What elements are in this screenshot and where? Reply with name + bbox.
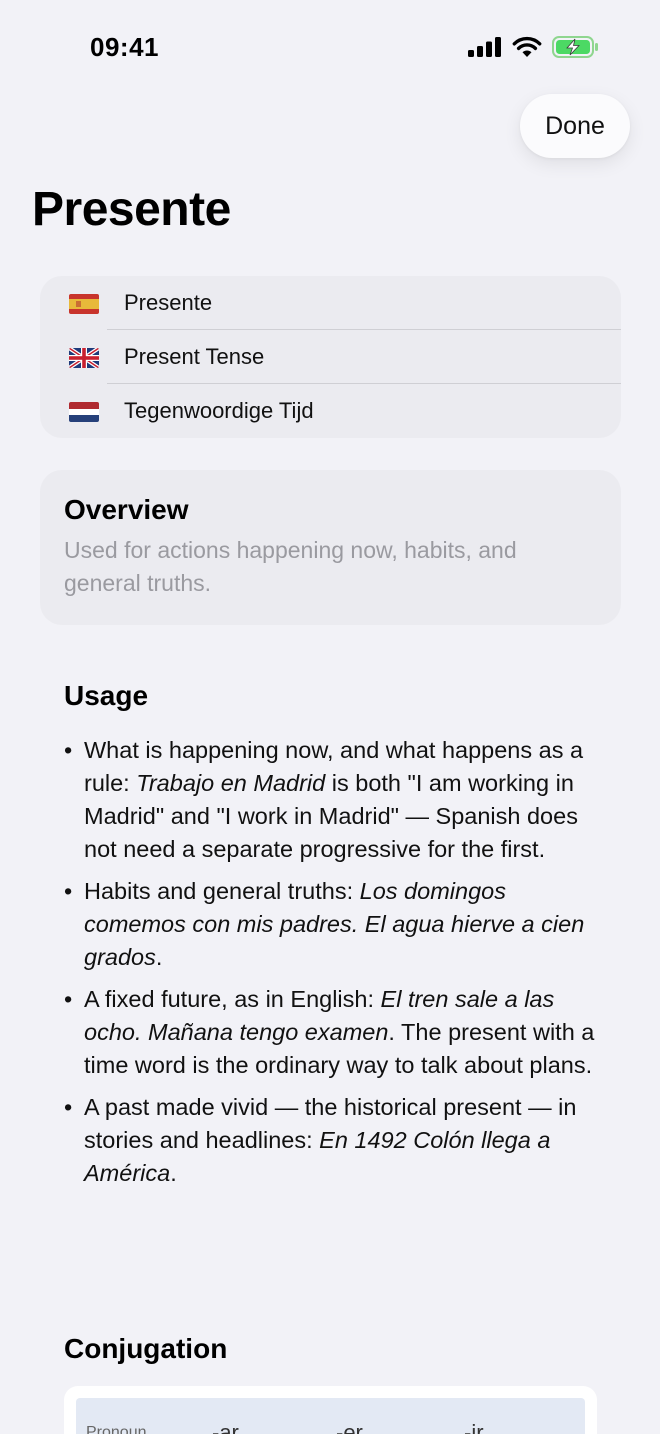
usage-list: • What is happening now, and what happen… xyxy=(64,734,600,1199)
list-item: • A fixed future, as in English: El tren… xyxy=(64,983,600,1082)
bullet: • xyxy=(64,878,73,904)
usage-text: . xyxy=(155,944,163,970)
bullet: • xyxy=(64,737,73,763)
done-button[interactable]: Done xyxy=(520,94,630,158)
list-item: Presente xyxy=(40,276,621,330)
usage-text: Habits and general truths: xyxy=(84,878,360,904)
usage-title: Usage xyxy=(64,680,149,711)
list-item: • A past made vivid — the historical pre… xyxy=(64,1091,600,1190)
overview-text: Used for actions happening now, habits, … xyxy=(64,537,517,596)
battery-charging-icon xyxy=(552,36,598,58)
usage-text: . xyxy=(170,1160,177,1186)
bullet: • xyxy=(64,986,73,1012)
translations-list: Presente Present Tense Tegenwoordige Tij… xyxy=(40,276,621,438)
status-time: 09:41 xyxy=(90,32,159,62)
status-bar: 09:41 xyxy=(0,0,660,96)
uk-flag-icon xyxy=(69,348,99,368)
column-header-pronoun: Pronoun xyxy=(86,1424,147,1434)
conjugation-table: Pronoun -ar -er -ir xyxy=(64,1386,597,1434)
column-header-er: -er xyxy=(336,1420,363,1434)
conjugation-title: Conjugation xyxy=(64,1333,228,1364)
list-item: Present Tense xyxy=(40,330,621,384)
cellular-signal-icon xyxy=(468,37,501,57)
overview-title: Overview xyxy=(64,494,189,525)
list-item: • Habits and general truths: Los domingo… xyxy=(64,875,600,974)
translation-label: Tegenwoordige Tijd xyxy=(124,398,314,423)
translation-label: Presente xyxy=(124,290,213,315)
usage-example: Trabajo en Madrid xyxy=(136,770,326,796)
overview-card: Overview Used for actions happening now,… xyxy=(40,470,621,625)
list-item: • What is happening now, and what happen… xyxy=(64,734,600,866)
status-icons xyxy=(468,36,600,58)
table-header: Pronoun -ar -er -ir xyxy=(76,1398,585,1434)
list-item: Tegenwoordige Tijd xyxy=(40,384,621,438)
column-header-ar: -ar xyxy=(212,1420,239,1434)
page-title: Presente xyxy=(32,183,231,236)
netherlands-flag-icon xyxy=(69,402,99,422)
bullet: • xyxy=(64,1094,73,1120)
wifi-icon xyxy=(512,36,542,57)
spain-flag-icon xyxy=(69,294,99,314)
translation-label: Present Tense xyxy=(124,344,265,369)
column-header-ir: -ir xyxy=(464,1420,484,1434)
usage-text: A fixed future, as in English: xyxy=(84,986,381,1012)
